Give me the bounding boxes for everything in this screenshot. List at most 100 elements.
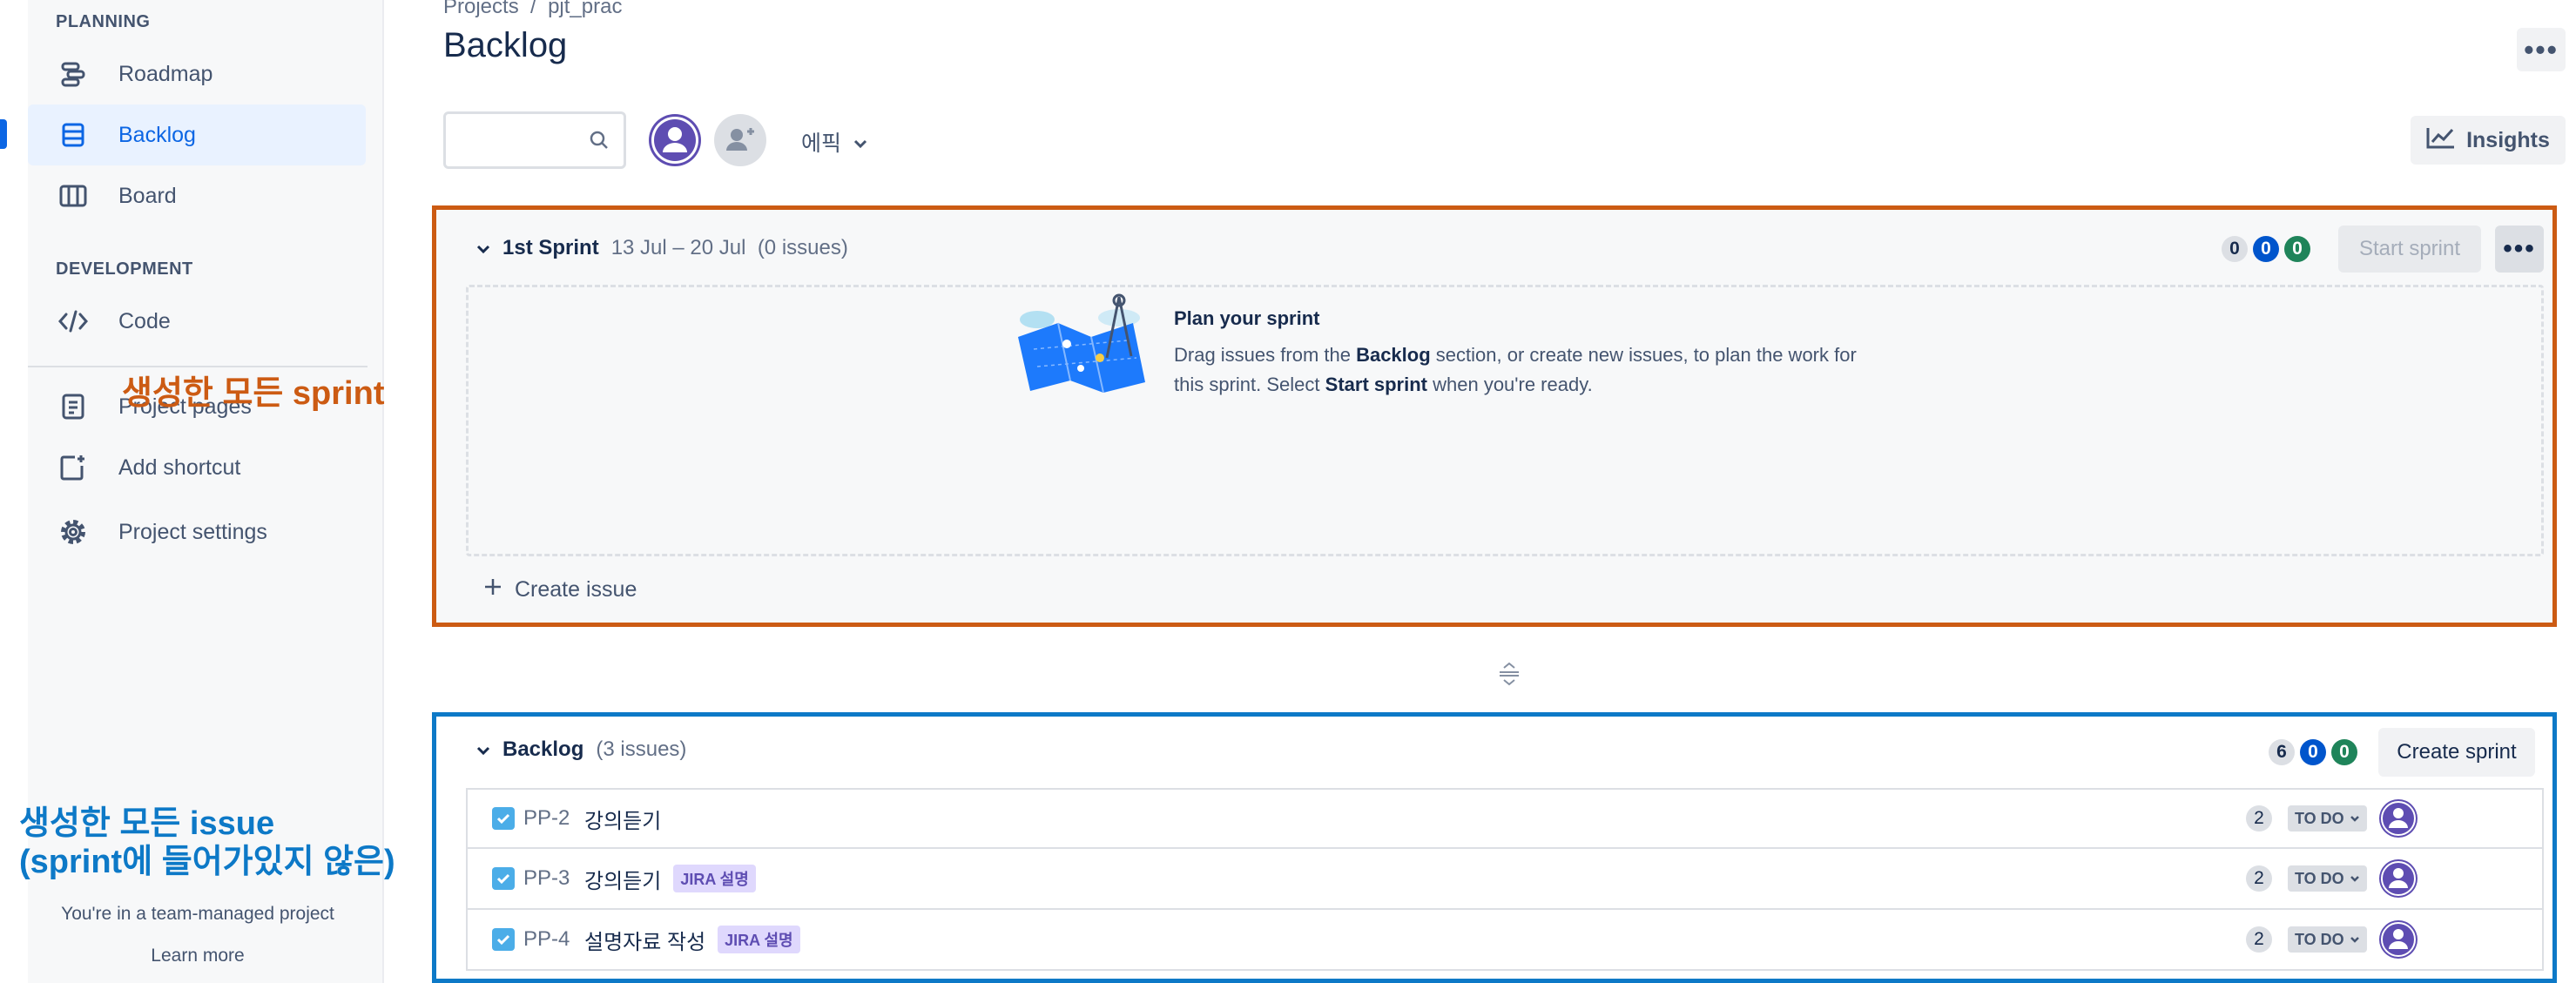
create-issue-button[interactable]: Create issue xyxy=(483,577,637,603)
task-type-icon xyxy=(492,807,515,830)
plan-sprint-title: Plan your sprint xyxy=(1174,307,1320,329)
sidebar-item-board[interactable]: Board xyxy=(28,165,366,226)
chevron-down-icon xyxy=(853,130,867,155)
add-shortcut-icon xyxy=(56,450,91,485)
create-issue-label: Create issue xyxy=(515,577,637,602)
panel-resize-handle-icon[interactable] xyxy=(1496,660,1522,693)
plan-sprint-description: Drag issues from the Backlog section, or… xyxy=(1174,344,1857,395)
issue-row[interactable]: PP-2 강의듣기 2 TO DO xyxy=(466,788,2544,849)
insights-label: Insights xyxy=(2466,127,2550,152)
backlog-search-input[interactable] xyxy=(443,111,626,169)
roadmap-icon xyxy=(56,57,91,91)
done-count-badge: 0 xyxy=(2284,236,2310,262)
issue-row[interactable]: PP-4 설명자료 작성 JIRA 설명 2 TO DO xyxy=(466,910,2544,971)
chart-line-icon xyxy=(2426,126,2456,155)
task-type-icon xyxy=(492,928,515,951)
issue-status-label: TO DO xyxy=(2295,930,2344,948)
page-icon xyxy=(56,389,91,424)
assignee-avatar[interactable] xyxy=(2378,858,2418,899)
backlog-container: Backlog (3 issues) 6 0 0 Create sprint P… xyxy=(432,712,2557,983)
plus-icon xyxy=(483,577,502,603)
todo-count-badge: 6 xyxy=(2269,739,2295,765)
sidebar-item-roadmap[interactable]: Roadmap xyxy=(28,44,366,104)
chevron-down-icon xyxy=(2350,875,2359,882)
code-icon xyxy=(56,304,91,339)
sprint-annotation: 생성한 모든 sprint xyxy=(122,375,385,412)
backlog-issue-list: PP-2 강의듣기 2 TO DO PP-3 강의듣기 JIRA 설명 2 TO… xyxy=(466,788,2544,971)
epic-filter-label: 에픽 xyxy=(801,131,842,156)
avatar-filter-user[interactable] xyxy=(649,114,701,166)
issue-summary[interactable]: 강의듣기 xyxy=(584,804,661,834)
backlog-header[interactable]: Backlog (3 issues) xyxy=(476,737,686,762)
plan-sprint-illustration xyxy=(1011,288,1154,397)
chevron-down-icon[interactable] xyxy=(476,236,490,260)
sprint-header[interactable]: 1st Sprint 13 Jul – 20 Jul (0 issues) xyxy=(476,236,848,260)
breadcrumb-project[interactable]: pjt_prac xyxy=(548,0,622,18)
issue-row[interactable]: PP-3 강의듣기 JIRA 설명 2 TO DO xyxy=(466,849,2544,910)
task-type-icon xyxy=(492,867,515,890)
sprint-dates: 13 Jul – 20 Jul xyxy=(610,236,746,259)
development-heading: DEVELOPMENT xyxy=(56,259,193,279)
sidebar-item-label: Board xyxy=(118,183,177,208)
sprint-status-counts: 0 0 0 xyxy=(2222,236,2310,262)
breadcrumb-projects[interactable]: Projects xyxy=(443,0,519,18)
issue-status-label: TO DO xyxy=(2295,809,2344,827)
chevron-down-icon xyxy=(2350,815,2359,822)
breadcrumb-separator: / xyxy=(530,0,536,18)
backlog-name: Backlog xyxy=(502,737,584,761)
issue-label-badge[interactable]: JIRA 설명 xyxy=(718,926,800,953)
sidebar-item-label: Roadmap xyxy=(118,61,213,86)
start-sprint-button[interactable]: Start sprint xyxy=(2338,226,2481,273)
sprint-container: 1st Sprint 13 Jul – 20 Jul (0 issues) 0 … xyxy=(432,205,2557,627)
story-points-badge[interactable]: 2 xyxy=(2246,865,2272,892)
breadcrumb: Projects / pjt_prac xyxy=(443,0,622,19)
insights-button[interactable]: Insights xyxy=(2411,116,2566,165)
epic-filter-dropdown[interactable]: 에픽 xyxy=(801,126,867,158)
sidebar-item-label: Project settings xyxy=(118,519,267,544)
assignee-avatar[interactable] xyxy=(2378,798,2418,838)
backlog-issue-count: (3 issues) xyxy=(596,737,687,761)
sprint-dropzone xyxy=(466,285,2544,556)
issue-key[interactable]: PP-3 xyxy=(523,866,570,891)
chevron-down-icon[interactable] xyxy=(476,737,490,762)
backlog-status-counts: 6 0 0 xyxy=(2269,739,2357,765)
add-people-icon[interactable] xyxy=(714,114,766,166)
todo-count-badge: 0 xyxy=(2222,236,2248,262)
issue-status-dropdown[interactable]: TO DO xyxy=(2288,805,2367,832)
sprint-issue-count: (0 issues) xyxy=(757,236,848,259)
active-indicator xyxy=(0,119,7,149)
issue-status-dropdown[interactable]: TO DO xyxy=(2288,926,2367,953)
issue-summary[interactable]: 강의듣기 xyxy=(584,864,661,894)
issue-key[interactable]: PP-4 xyxy=(523,927,570,952)
learn-more-link[interactable]: Learn more xyxy=(28,946,368,966)
sprint-more-button[interactable]: ••• xyxy=(2495,226,2544,273)
story-points-badge[interactable]: 2 xyxy=(2246,926,2272,953)
in-progress-count-badge: 0 xyxy=(2253,236,2279,262)
gear-icon xyxy=(56,515,91,549)
issue-status-dropdown[interactable]: TO DO xyxy=(2288,865,2367,892)
assignee-avatar[interactable] xyxy=(2378,919,2418,959)
sidebar-item-label: Backlog xyxy=(118,122,196,147)
sidebar-item-add-shortcut[interactable]: Add shortcut xyxy=(28,437,366,498)
issue-annotation: 생성한 모든 issue (sprint에 들어가있지 않은) xyxy=(19,805,395,880)
page-title: Backlog xyxy=(443,26,568,64)
in-progress-count-badge: 0 xyxy=(2300,739,2326,765)
issue-label-badge[interactable]: JIRA 설명 xyxy=(673,865,756,892)
issue-status-label: TO DO xyxy=(2295,869,2344,887)
sprint-name: 1st Sprint xyxy=(502,236,599,259)
page-more-button[interactable]: ••• xyxy=(2517,28,2566,71)
story-points-badge[interactable]: 2 xyxy=(2246,805,2272,832)
board-icon xyxy=(56,178,91,213)
sidebar-item-backlog[interactable]: Backlog xyxy=(28,104,366,165)
planning-heading: PLANNING xyxy=(56,12,151,31)
done-count-badge: 0 xyxy=(2331,739,2357,765)
sidebar-item-project-settings[interactable]: Project settings xyxy=(28,502,366,562)
create-sprint-button[interactable]: Create sprint xyxy=(2378,728,2535,777)
sidebar-item-code[interactable]: Code xyxy=(28,291,366,352)
backlog-icon xyxy=(56,118,91,152)
search-icon xyxy=(589,130,610,155)
team-managed-note: You're in a team-managed project xyxy=(61,904,334,924)
sidebar-item-label: Code xyxy=(118,308,171,333)
issue-key[interactable]: PP-2 xyxy=(523,806,570,831)
issue-summary[interactable]: 설명자료 작성 xyxy=(584,925,705,955)
